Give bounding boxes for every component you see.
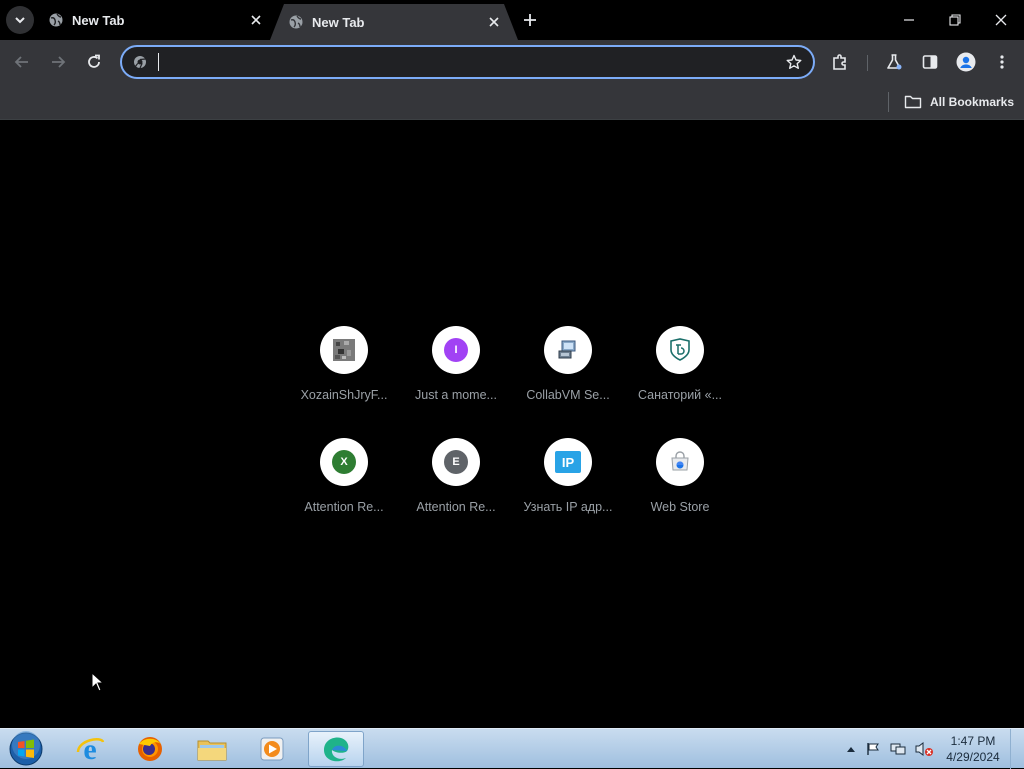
reload-icon bbox=[88, 54, 100, 68]
shortcut-label: Attention Re... bbox=[416, 500, 496, 514]
side-panel-button[interactable] bbox=[916, 48, 944, 76]
toolbar bbox=[0, 40, 1024, 84]
shield-emblem-icon bbox=[656, 326, 704, 374]
all-bookmarks-button[interactable]: All Bookmarks bbox=[904, 90, 1014, 114]
side-panel-icon bbox=[922, 55, 938, 69]
taskbar-file-explorer[interactable] bbox=[184, 731, 240, 767]
show-hidden-icons-button[interactable] bbox=[844, 729, 858, 769]
letter-X-icon: X bbox=[332, 450, 356, 474]
shortcut-tile[interactable]: X Attention Re... bbox=[288, 434, 400, 546]
new-tab-button[interactable] bbox=[518, 8, 542, 32]
arrow-right-icon bbox=[52, 56, 66, 68]
tab-strip: New Tab New Tab bbox=[0, 0, 1024, 40]
shortcut-label: XozainShJryF... bbox=[300, 388, 388, 402]
close-window-button[interactable] bbox=[978, 0, 1024, 40]
shortcut-tile[interactable]: E Attention Re... bbox=[400, 434, 512, 546]
bookmarks-divider bbox=[888, 92, 889, 112]
globe-icon bbox=[288, 14, 304, 30]
media-player-icon bbox=[260, 737, 284, 761]
extensions-button[interactable] bbox=[826, 48, 854, 76]
chrome-logo-icon bbox=[132, 54, 148, 70]
internet-explorer-icon: e bbox=[76, 734, 105, 764]
profile-button[interactable] bbox=[952, 48, 980, 76]
puzzle-icon bbox=[833, 54, 846, 70]
close-icon bbox=[995, 14, 1007, 26]
shortcut-tile[interactable]: Web Store bbox=[624, 434, 736, 546]
shortcut-label: Узнать IP адр... bbox=[523, 500, 613, 514]
letter-E-icon: E bbox=[444, 450, 468, 474]
address-input[interactable] bbox=[156, 50, 766, 74]
taskbar-edge-browser[interactable] bbox=[308, 731, 364, 767]
shortcut-tile[interactable]: XozainShJryF... bbox=[288, 322, 400, 434]
tab-new-tab-1[interactable]: New Tab bbox=[40, 0, 272, 40]
shortcut-label: CollabVM Se... bbox=[526, 388, 610, 402]
action-center-icon[interactable] bbox=[864, 729, 882, 769]
clock-date: 4/29/2024 bbox=[946, 750, 1000, 764]
web-store-icon bbox=[656, 438, 704, 486]
arrow-left-icon bbox=[14, 56, 28, 68]
firefox-icon bbox=[138, 737, 162, 761]
tab-new-tab-2[interactable]: New Tab bbox=[270, 0, 518, 40]
minimize-button[interactable] bbox=[886, 0, 932, 40]
system-clock[interactable]: 1:47 PM 4/29/2024 bbox=[940, 733, 1006, 765]
restore-icon bbox=[949, 14, 961, 26]
mouse-pointer-icon bbox=[91, 672, 105, 692]
shortcut-label: Санаторий «... bbox=[638, 388, 722, 402]
ip-icon: IP bbox=[555, 451, 581, 473]
shortcut-label: Web Store bbox=[650, 500, 710, 514]
taskbar-media-player[interactable] bbox=[244, 731, 300, 767]
network-icon[interactable] bbox=[888, 729, 908, 769]
computer-icon bbox=[544, 326, 592, 374]
minimize-icon bbox=[904, 19, 914, 21]
shortcut-tile[interactable]: IP Узнать IP адр... bbox=[512, 434, 624, 546]
folder-icon bbox=[197, 740, 227, 761]
pixel-thumbnail-icon bbox=[320, 326, 368, 374]
menu-button[interactable] bbox=[988, 48, 1016, 76]
reload-button[interactable] bbox=[80, 48, 108, 76]
browser-window: New Tab New Tab All Bookmarks XozainShJr… bbox=[0, 0, 1024, 728]
globe-icon bbox=[48, 12, 64, 28]
tab-title: New Tab bbox=[312, 14, 365, 30]
tab-title: New Tab bbox=[72, 12, 125, 28]
shortcut-tile[interactable]: Санаторий «... bbox=[624, 322, 736, 434]
edge-browser-icon bbox=[324, 737, 349, 762]
chevron-down-icon bbox=[15, 17, 25, 24]
letter-I-icon: I bbox=[444, 338, 468, 362]
all-bookmarks-label: All Bookmarks bbox=[930, 95, 1015, 109]
labs-button[interactable] bbox=[880, 48, 908, 76]
shortcut-label: Just a mome... bbox=[415, 388, 497, 402]
toolbar-divider bbox=[867, 55, 868, 71]
restore-button[interactable] bbox=[932, 0, 978, 40]
shortcut-label: Attention Re... bbox=[304, 500, 384, 514]
avatar-icon bbox=[956, 52, 976, 72]
back-button[interactable] bbox=[8, 48, 36, 76]
new-tab-page: XozainShJryF... I Just a mome... CollabV… bbox=[0, 121, 1024, 728]
address-bar[interactable] bbox=[120, 45, 815, 79]
taskbar-internet-explorer[interactable]: e bbox=[62, 731, 118, 767]
folder-icon bbox=[904, 94, 924, 110]
forward-button[interactable] bbox=[44, 48, 72, 76]
windows-orb-icon bbox=[9, 731, 43, 766]
bookmarks-bar: All Bookmarks bbox=[0, 84, 1024, 120]
close-icon[interactable] bbox=[246, 10, 266, 30]
plus-icon bbox=[524, 14, 536, 26]
clock-time: 1:47 PM bbox=[950, 734, 996, 748]
start-button[interactable] bbox=[6, 731, 46, 767]
bookmark-star-icon[interactable] bbox=[785, 53, 803, 71]
tab-search-button[interactable] bbox=[6, 6, 34, 34]
text-caret bbox=[158, 53, 159, 71]
more-vert-icon bbox=[1000, 55, 1004, 69]
shortcut-tile[interactable]: I Just a mome... bbox=[400, 322, 512, 434]
taskbar: e 1:47 PM 4/29/2024 bbox=[0, 728, 1024, 769]
flask-icon bbox=[887, 54, 902, 70]
show-desktop-button[interactable] bbox=[1010, 729, 1024, 769]
chevron-up-icon bbox=[847, 747, 855, 752]
taskbar-firefox[interactable] bbox=[122, 731, 178, 767]
shortcut-tile[interactable]: CollabVM Se... bbox=[512, 322, 624, 434]
volume-muted-icon[interactable] bbox=[912, 729, 936, 769]
close-icon[interactable] bbox=[484, 12, 504, 32]
